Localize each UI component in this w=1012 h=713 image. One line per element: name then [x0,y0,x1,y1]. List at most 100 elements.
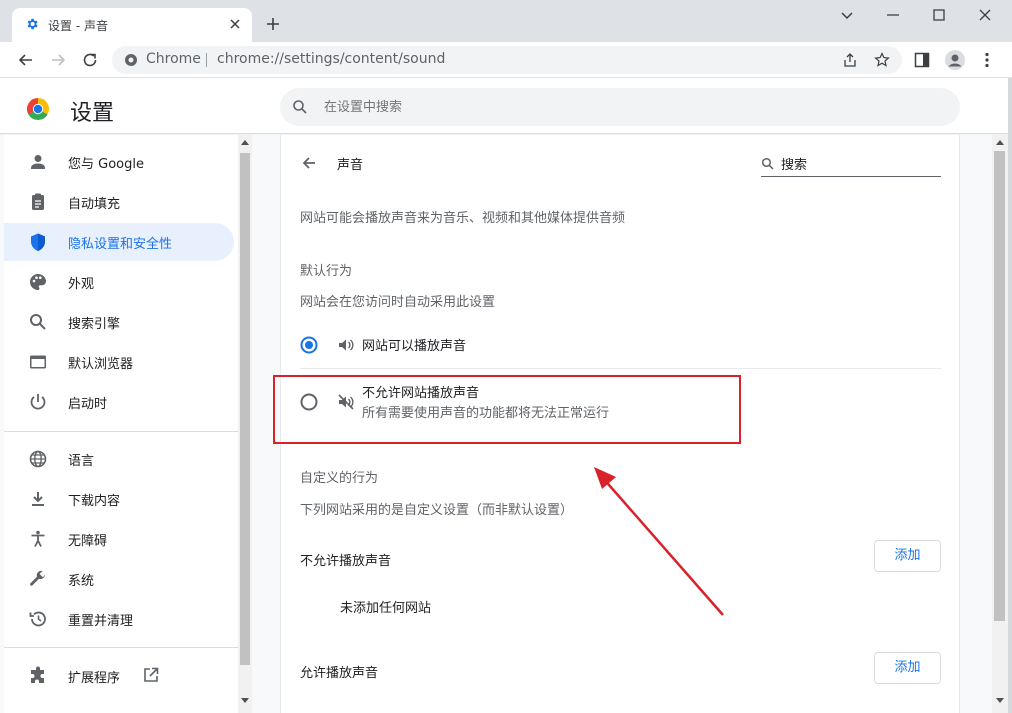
more-menu-icon[interactable] [978,51,996,69]
sidebar-item-label: 隐私设置和安全性 [68,237,173,252]
sidebar-scrollbar[interactable] [238,135,252,713]
sidebar-item-system[interactable]: 系统 [4,560,234,598]
sidebar-item-label: 系统 [68,574,95,589]
chevron-down-icon[interactable] [838,6,856,24]
reload-icon[interactable] [81,51,99,69]
sidebar-item-search-engine[interactable]: 搜索引擎 [4,303,234,341]
scroll-down-icon[interactable] [996,698,1004,704]
sidebar-item-on-startup[interactable]: 启动时 [4,383,234,421]
scroll-up-icon[interactable] [996,139,1004,145]
sidebar-item-you-and-google[interactable]: 您与 Google [4,143,234,181]
history-icon [28,609,48,629]
scroll-up-icon[interactable] [241,139,249,145]
globe-icon [28,449,48,469]
sidebar-item-label: 无障碍 [68,534,108,549]
scroll-down-icon[interactable] [241,698,249,704]
maximize-icon[interactable] [930,6,948,24]
window-edge [1008,78,1012,713]
radio-selected[interactable] [300,336,318,354]
sidebar-item-autofill[interactable]: 自动填充 [4,183,234,221]
title-bar: 设置 - 声音 [0,0,1012,42]
browser-toolbar: Chrome chrome://settings/content/sound [0,42,1012,78]
main-scrollbar[interactable] [992,135,1008,713]
sidebar-item-label: 下载内容 [68,494,121,509]
download-icon [28,489,48,509]
forward-icon[interactable] [49,51,67,69]
tab-settings-sound[interactable]: 设置 - 声音 [12,8,252,42]
description: 网站可能会播放声音来为音乐、视频和其他媒体提供音频 [300,211,626,226]
back-arrow-icon[interactable] [299,153,319,173]
custom-heading: 自定义的行为 [300,471,379,486]
share-icon[interactable] [842,52,858,68]
gear-icon [25,17,39,31]
page-search-label: 搜索 [781,158,808,173]
sidebar-item-label: 重置并清理 [68,614,134,629]
add-blocked-site-button[interactable]: 添加 [874,540,941,572]
block-list-empty: 未添加任何网站 [340,601,432,616]
main-scroll-thumb[interactable] [994,151,1005,621]
settings-search[interactable] [280,88,960,126]
sidebar-item-reset[interactable]: 重置并清理 [4,600,234,638]
sidebar-item-privacy[interactable]: 隐私设置和安全性 [4,223,234,261]
annotation-highlight-box [273,375,741,444]
default-subtitle: 网站会在您访问时自动采用此设置 [300,295,496,310]
person-icon [28,152,48,172]
profile-avatar-icon[interactable] [944,49,966,71]
sidebar-item-label: 您与 Google [68,157,144,172]
site-label: Chrome [146,51,201,67]
sidebar: 您与 Google 自动填充 隐私设置和安全性 外观 搜索引擎 默认浏览器 启动… [4,135,238,713]
sidebar-item-label: 自动填充 [68,197,121,212]
back-icon[interactable] [17,51,35,69]
default-heading: 默认行为 [300,264,353,279]
sidebar-item-extensions[interactable]: 扩展程序 [4,657,234,695]
annotation-arrow-icon [594,467,724,616]
sidebar-item-default-browser[interactable]: 默认浏览器 [4,343,234,381]
tab-title: 设置 - 声音 [48,19,108,33]
sidebar-item-label: 外观 [68,277,95,292]
search-icon [28,312,48,332]
close-tab-icon[interactable] [229,18,241,30]
url-text[interactable]: chrome://settings/content/sound [217,51,445,67]
side-panel-icon[interactable] [913,51,931,69]
custom-subtitle: 下列网站采用的是自定义设置（而非默认设置） [300,503,574,518]
sidebar-item-label: 扩展程序 [68,671,121,686]
sidebar-item-accessibility[interactable]: 无障碍 [4,520,234,558]
option-divider [300,368,942,369]
add-allowed-site-button[interactable]: 添加 [874,652,941,684]
sidebar-item-label: 默认浏览器 [68,357,134,372]
sidebar-divider [4,431,238,432]
sidebar-divider [4,647,238,648]
star-icon[interactable] [874,52,890,68]
omnibox-divider [206,53,207,67]
accessibility-icon [28,529,48,549]
settings-search-input[interactable] [324,97,924,117]
close-window-icon[interactable] [976,6,994,24]
option-label: 网站可以播放声音 [362,339,467,354]
sidebar-item-appearance[interactable]: 外观 [4,263,234,301]
sidebar-item-downloads[interactable]: 下载内容 [4,480,234,518]
address-bar[interactable]: Chrome chrome://settings/content/sound [112,46,902,74]
allow-list-heading: 允许播放声音 [300,666,379,681]
browser-icon [28,352,48,372]
search-icon [292,99,308,115]
block-list-heading: 不允许播放声音 [300,554,392,569]
sidebar-item-languages[interactable]: 语言 [4,440,234,478]
section-title: 声音 [337,158,364,173]
minimize-icon[interactable] [884,6,902,24]
page-search-field[interactable]: 搜索 [761,153,941,177]
search-icon [761,157,775,171]
chrome-site-icon[interactable] [124,53,138,67]
wrench-icon [28,569,48,589]
external-link-icon [142,666,160,684]
page-title: 设置 [70,101,115,126]
sidebar-item-label: 语言 [68,454,95,469]
chrome-logo-icon [26,97,50,121]
palette-icon [28,272,48,292]
volume-icon [337,336,355,354]
puzzle-icon [28,666,48,686]
shield-icon [28,232,48,252]
new-tab-icon[interactable] [265,16,281,32]
sidebar-scroll-thumb[interactable] [240,153,250,665]
power-icon [28,392,48,412]
sidebar-item-label: 启动时 [68,397,108,412]
